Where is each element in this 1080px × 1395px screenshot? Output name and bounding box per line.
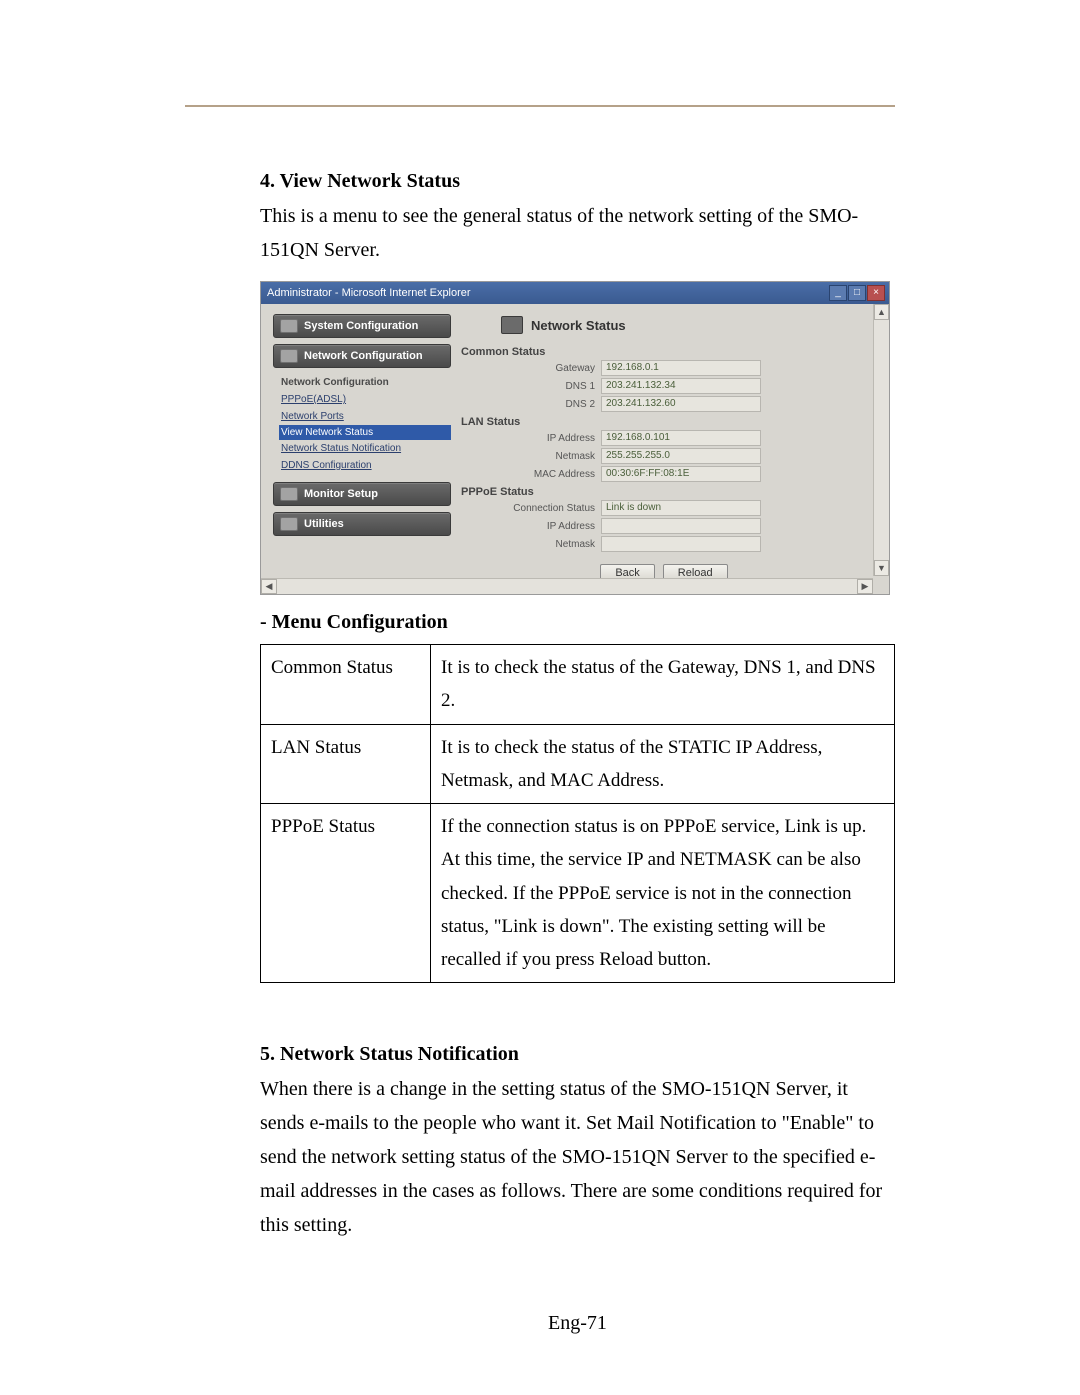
cell-pppoe-desc: If the connection status is on PPPoE ser… xyxy=(431,804,895,983)
section-5-body: When there is a change in the setting st… xyxy=(260,1072,895,1242)
row-dns1: DNS 1 203.241.132.34 xyxy=(461,378,867,394)
row-netmask: Netmask 255.255.255.0 xyxy=(461,448,867,464)
cell-pppoe-label: PPPoE Status xyxy=(261,804,431,983)
monitor-icon xyxy=(280,319,298,333)
value-conn-status: Link is down xyxy=(601,500,761,516)
main-panel: Network Status Common Status Gateway 192… xyxy=(461,314,883,588)
window-titlebar: Administrator - Microsoft Internet Explo… xyxy=(261,282,889,304)
value-mac: 00:30:6F:FF:08:1E xyxy=(601,466,761,482)
window-body: System Configuration Network Configurati… xyxy=(261,304,889,594)
value-pppoe-ip xyxy=(601,518,761,534)
label-pppoe-ip: IP Address xyxy=(461,521,601,532)
utilities-icon xyxy=(280,517,298,531)
cell-common-desc: It is to check the status of the Gateway… xyxy=(431,645,895,725)
sidebar-label: Monitor Setup xyxy=(304,488,378,500)
sublink-ddns-configuration[interactable]: DDNS Configuration xyxy=(279,457,451,474)
label-mac: MAC Address xyxy=(461,469,601,480)
section-5-heading: 5. Network Status Notification xyxy=(260,1043,895,1066)
table-row: Common Status It is to check the status … xyxy=(261,645,895,725)
monitor-setup-icon xyxy=(280,487,298,501)
row-gateway: Gateway 192.168.0.1 xyxy=(461,360,867,376)
scroll-down-icon[interactable]: ▼ xyxy=(874,560,889,576)
minimize-button[interactable]: _ xyxy=(829,285,847,301)
cell-common-label: Common Status xyxy=(261,645,431,725)
row-dns2: DNS 2 203.241.132.60 xyxy=(461,396,867,412)
close-button[interactable]: × xyxy=(867,285,885,301)
row-conn-status: Connection Status Link is down xyxy=(461,500,867,516)
value-dns1: 203.241.132.34 xyxy=(601,378,761,394)
label-netmask: Netmask xyxy=(461,451,601,462)
network-status-icon xyxy=(501,316,523,334)
horizontal-scrollbar[interactable]: ◀ ▶ xyxy=(261,578,873,594)
sidebar-label: Network Configuration xyxy=(304,350,423,362)
table-row: PPPoE Status If the connection status is… xyxy=(261,804,895,983)
sublink-network-ports[interactable]: Network Ports xyxy=(279,408,451,425)
table-row: LAN Status It is to check the status of … xyxy=(261,724,895,804)
top-divider xyxy=(185,105,895,107)
label-pppoe-netmask: Netmask xyxy=(461,539,601,550)
value-pppoe-netmask xyxy=(601,536,761,552)
section-4-heading: 4. View Network Status xyxy=(260,170,895,193)
label-conn-status: Connection Status xyxy=(461,503,601,514)
scroll-left-icon[interactable]: ◀ xyxy=(261,579,277,594)
row-ip: IP Address 192.168.0.101 xyxy=(461,430,867,446)
sidebar-item-utilities[interactable]: Utilities xyxy=(273,512,451,536)
sidebar: System Configuration Network Configurati… xyxy=(273,314,451,588)
maximize-button[interactable]: □ xyxy=(848,285,866,301)
window-title: Administrator - Microsoft Internet Explo… xyxy=(267,287,471,299)
row-pppoe-ip: IP Address xyxy=(461,518,867,534)
group-pppoe-status: PPPoE Status xyxy=(461,486,867,498)
screenshot-window: Administrator - Microsoft Internet Explo… xyxy=(260,281,890,595)
value-gateway: 192.168.0.1 xyxy=(601,360,761,376)
scroll-up-icon[interactable]: ▲ xyxy=(874,304,889,320)
value-ip: 192.168.0.101 xyxy=(601,430,761,446)
cell-lan-label: LAN Status xyxy=(261,724,431,804)
sidebar-label: System Configuration xyxy=(304,320,418,332)
group-lan-status: LAN Status xyxy=(461,416,867,428)
group-common-status: Common Status xyxy=(461,346,867,358)
label-ip: IP Address xyxy=(461,433,601,444)
sublink-pppoe[interactable]: PPPoE(ADSL) xyxy=(279,391,451,408)
panel-title: Network Status xyxy=(531,318,626,333)
sidebar-item-system-configuration[interactable]: System Configuration xyxy=(273,314,451,338)
sidebar-item-monitor-setup[interactable]: Monitor Setup xyxy=(273,482,451,506)
sublink-network-status-notification[interactable]: Network Status Notification xyxy=(279,440,451,457)
row-mac: MAC Address 00:30:6F:FF:08:1E xyxy=(461,466,867,482)
scroll-right-icon[interactable]: ▶ xyxy=(857,579,873,594)
cell-lan-desc: It is to check the status of the STATIC … xyxy=(431,724,895,804)
label-gateway: Gateway xyxy=(461,363,601,374)
label-dns2: DNS 2 xyxy=(461,399,601,410)
sidebar-label: Utilities xyxy=(304,518,344,530)
sidebar-sublinks: Network Configuration PPPoE(ADSL) Networ… xyxy=(279,374,451,474)
value-dns2: 203.241.132.60 xyxy=(601,396,761,412)
menu-configuration-heading: - Menu Configuration xyxy=(260,611,895,634)
vertical-scrollbar[interactable]: ▲ ▼ xyxy=(873,304,889,576)
menu-configuration-table: Common Status It is to check the status … xyxy=(260,644,895,983)
sublink-network-configuration-header: Network Configuration xyxy=(279,374,451,391)
section-4-intro: This is a menu to see the general status… xyxy=(260,199,895,267)
label-dns1: DNS 1 xyxy=(461,381,601,392)
sublink-view-network-status[interactable]: View Network Status xyxy=(279,425,451,440)
value-netmask: 255.255.255.0 xyxy=(601,448,761,464)
sidebar-item-network-configuration[interactable]: Network Configuration xyxy=(273,344,451,368)
network-icon xyxy=(280,349,298,363)
row-pppoe-netmask: Netmask xyxy=(461,536,867,552)
panel-title-row: Network Status xyxy=(501,316,867,334)
page-number: Eng-71 xyxy=(260,1312,895,1335)
